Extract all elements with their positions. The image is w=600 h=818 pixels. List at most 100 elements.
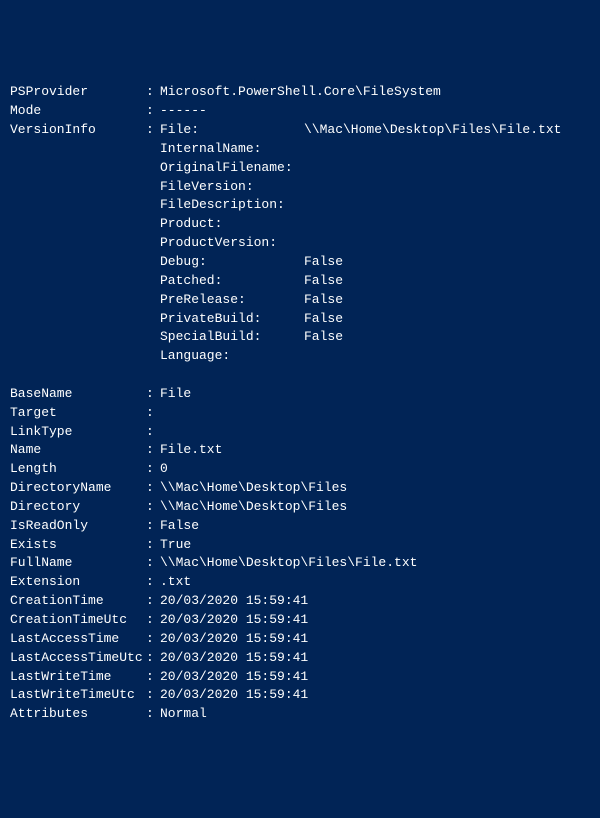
property-subrow: Debug:False xyxy=(10,253,590,272)
property-key: CreationTime xyxy=(10,592,146,611)
property-row: CreationTimeUtc: 20/03/2020 15:59:41 xyxy=(10,611,590,630)
separator: : xyxy=(146,423,160,442)
sub-property-key: ProductVersion: xyxy=(160,234,304,253)
property-key: CreationTimeUtc xyxy=(10,611,146,630)
sub-property-value: False xyxy=(304,310,343,329)
separator: : xyxy=(146,479,160,498)
property-subrow: Product: xyxy=(10,215,590,234)
property-subrow: ProductVersion: xyxy=(10,234,590,253)
property-key: Length xyxy=(10,460,146,479)
separator: : xyxy=(146,592,160,611)
sub-property-key: Patched: xyxy=(160,272,304,291)
sub-property-value: False xyxy=(304,272,343,291)
property-subrow: InternalName: xyxy=(10,140,590,159)
property-subrow: FileVersion: xyxy=(10,178,590,197)
property-row: CreationTime: 20/03/2020 15:59:41 xyxy=(10,592,590,611)
property-subrow: PreRelease:False xyxy=(10,291,590,310)
property-value: Microsoft.PowerShell.Core\FileSystem xyxy=(160,83,441,102)
sub-property-key: InternalName: xyxy=(160,140,304,159)
separator: : xyxy=(146,121,160,140)
sub-property-key: PreRelease: xyxy=(160,291,304,310)
separator: : xyxy=(146,83,160,102)
property-value: Normal xyxy=(160,705,207,724)
separator: : xyxy=(146,536,160,555)
sub-property-key: SpecialBuild: xyxy=(160,328,304,347)
property-row: Extension: .txt xyxy=(10,573,590,592)
property-subrow: SpecialBuild:False xyxy=(10,328,590,347)
sub-property-value: False xyxy=(304,291,343,310)
separator: : xyxy=(146,573,160,592)
property-value: 20/03/2020 15:59:41 xyxy=(160,592,308,611)
property-value: 20/03/2020 15:59:41 xyxy=(160,611,308,630)
property-key: Directory xyxy=(10,498,146,517)
property-subrow: OriginalFilename: xyxy=(10,159,590,178)
sub-property-key: File: xyxy=(160,121,304,140)
powershell-output: PSProvider: Microsoft.PowerShell.Core\Fi… xyxy=(10,83,590,724)
property-value: 20/03/2020 15:59:41 xyxy=(160,668,308,687)
property-key: Mode xyxy=(10,102,146,121)
property-row: Directory: \\Mac\Home\Desktop\Files xyxy=(10,498,590,517)
separator: : xyxy=(146,441,160,460)
property-row: LastAccessTimeUtc: 20/03/2020 15:59:41 xyxy=(10,649,590,668)
property-subrow: Language: xyxy=(10,347,590,366)
property-key: Exists xyxy=(10,536,146,555)
property-row: Attributes: Normal xyxy=(10,705,590,724)
separator: : xyxy=(146,554,160,573)
separator: : xyxy=(146,686,160,705)
property-row: Mode: ------ xyxy=(10,102,590,121)
sub-property-key: Language: xyxy=(160,347,304,366)
property-value: \\Mac\Home\Desktop\Files xyxy=(160,498,347,517)
separator: : xyxy=(146,630,160,649)
property-value: 20/03/2020 15:59:41 xyxy=(160,649,308,668)
property-row: Target: xyxy=(10,404,590,423)
sub-property-key: FileVersion: xyxy=(160,178,304,197)
property-row: PSProvider: Microsoft.PowerShell.Core\Fi… xyxy=(10,83,590,102)
property-subrow: Patched:False xyxy=(10,272,590,291)
separator: : xyxy=(146,517,160,536)
property-value: False xyxy=(160,517,199,536)
property-key: LastAccessTime xyxy=(10,630,146,649)
property-key: Attributes xyxy=(10,705,146,724)
property-row: FullName: \\Mac\Home\Desktop\Files\File.… xyxy=(10,554,590,573)
property-value: File.txt xyxy=(160,441,222,460)
property-row: LastWriteTimeUtc: 20/03/2020 15:59:41 xyxy=(10,686,590,705)
property-key: LinkType xyxy=(10,423,146,442)
property-value: \\Mac\Home\Desktop\Files\File.txt xyxy=(160,554,417,573)
separator: : xyxy=(146,705,160,724)
property-subrow: FileDescription: xyxy=(10,196,590,215)
property-key: VersionInfo xyxy=(10,121,146,140)
separator: : xyxy=(146,498,160,517)
property-value: 0 xyxy=(160,460,168,479)
property-key: BaseName xyxy=(10,385,146,404)
property-key: Target xyxy=(10,404,146,423)
property-row: LastWriteTime: 20/03/2020 15:59:41 xyxy=(10,668,590,687)
property-row: BaseName: File xyxy=(10,385,590,404)
property-row: Name: File.txt xyxy=(10,441,590,460)
property-row: IsReadOnly: False xyxy=(10,517,590,536)
sub-property-value: False xyxy=(304,253,343,272)
property-key: LastWriteTimeUtc xyxy=(10,686,146,705)
property-row: DirectoryName: \\Mac\Home\Desktop\Files xyxy=(10,479,590,498)
sub-property-value: \\Mac\Home\Desktop\Files\File.txt xyxy=(304,121,561,140)
property-row: Length: 0 xyxy=(10,460,590,479)
blank-line xyxy=(10,366,590,385)
property-row: LinkType: xyxy=(10,423,590,442)
separator: : xyxy=(146,668,160,687)
property-row: VersionInfo: File:\\Mac\Home\Desktop\Fil… xyxy=(10,121,590,140)
property-key: Name xyxy=(10,441,146,460)
sub-property-key: FileDescription: xyxy=(160,196,304,215)
property-key: LastWriteTime xyxy=(10,668,146,687)
property-key: LastAccessTimeUtc xyxy=(10,649,146,668)
separator: : xyxy=(146,611,160,630)
property-row: LastAccessTime: 20/03/2020 15:59:41 xyxy=(10,630,590,649)
property-subrow: PrivateBuild:False xyxy=(10,310,590,329)
separator: : xyxy=(146,102,160,121)
separator: : xyxy=(146,649,160,668)
sub-property-key: Debug: xyxy=(160,253,304,272)
property-value: True xyxy=(160,536,191,555)
property-key: DirectoryName xyxy=(10,479,146,498)
sub-property-value: False xyxy=(304,328,343,347)
property-row: Exists: True xyxy=(10,536,590,555)
sub-property-key: Product: xyxy=(160,215,304,234)
sub-property-key: OriginalFilename: xyxy=(160,159,304,178)
